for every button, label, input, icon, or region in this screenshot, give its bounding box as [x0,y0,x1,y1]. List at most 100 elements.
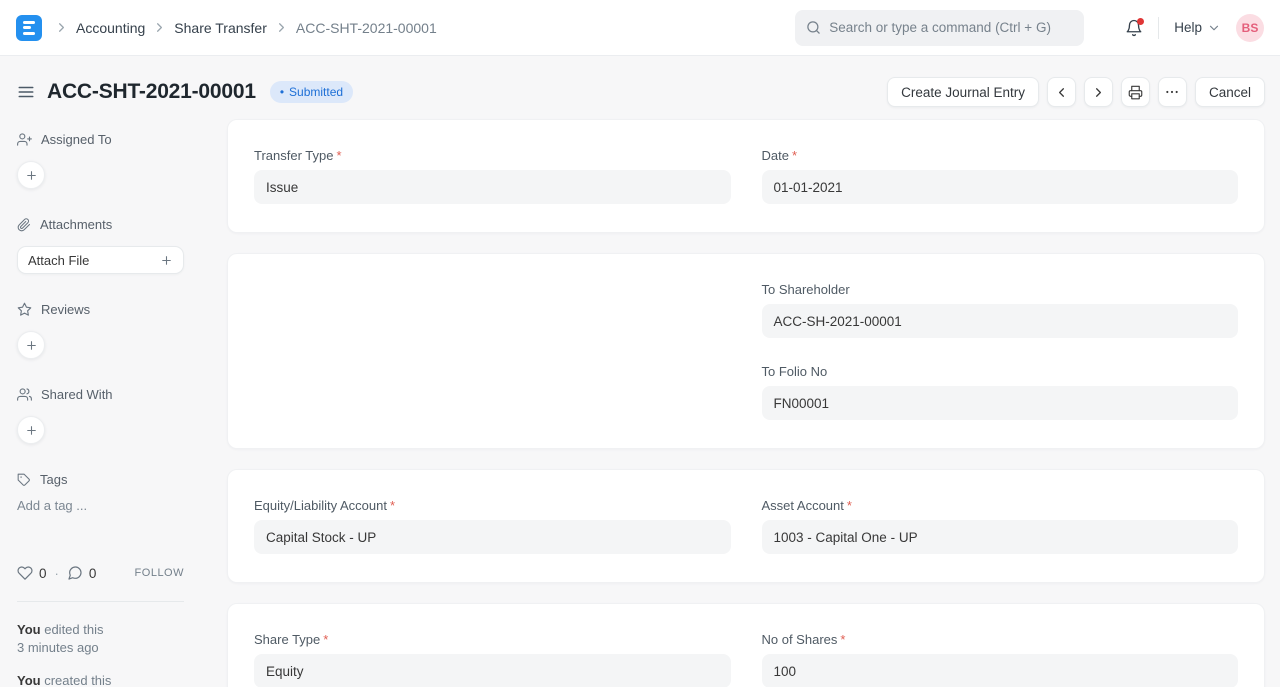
required-marker: * [792,148,797,163]
paperclip-icon [17,218,31,232]
no-of-shares-input[interactable]: 100 [762,654,1239,687]
activity-entry: You edited this 3 minutes ago [17,621,184,657]
more-actions-button[interactable] [1158,77,1187,107]
to-shareholder-input[interactable]: ACC-SH-2021-00001 [762,304,1239,338]
shared-with-header: Shared With [17,387,184,402]
activity-action: edited this [44,622,103,637]
plus-icon [25,169,38,182]
reviews-section: Reviews [17,302,184,359]
chevron-left-icon [1054,85,1069,100]
form-section-accounts: Equity/Liability Account * Capital Stock… [227,469,1265,583]
chevron-right-icon [274,20,289,35]
tags-header: Tags [17,472,184,487]
share-type-input[interactable]: Equity [254,654,731,687]
app-logo[interactable] [16,15,42,41]
chevron-down-icon [1207,21,1221,35]
user-avatar[interactable]: BS [1236,14,1264,42]
attach-file-label: Attach File [28,253,89,268]
help-label: Help [1174,20,1202,35]
assigned-to-label: Assigned To [41,132,112,147]
page-container: ACC-SHT-2021-00001 • Submitted Create Jo… [0,56,1280,687]
navbar: Accounting Share Transfer ACC-SHT-2021-0… [0,0,1280,56]
activity-actor: You [17,622,41,637]
label-text: To Folio No [762,364,828,379]
attachments-section: Attachments Attach File [17,217,184,274]
global-search[interactable] [795,10,1084,46]
add-tag-input[interactable]: Add a tag ... [17,498,184,513]
sidebar-divider [17,601,184,602]
search-input[interactable] [829,20,1073,35]
field-equity-liability-account: Equity/Liability Account * Capital Stock… [254,498,731,554]
field-label: Asset Account * [762,498,1239,513]
label-text: Share Type [254,632,320,647]
search-icon [806,20,821,35]
transfer-type-input[interactable]: Issue [254,170,731,204]
label-text: Date [762,148,789,163]
required-marker: * [840,632,845,647]
shared-with-label: Shared With [41,387,113,402]
field-transfer-type: Transfer Type * Issue [254,148,731,204]
notifications-button[interactable] [1125,19,1143,37]
navbar-divider [1158,17,1159,39]
tags-label: Tags [40,472,67,487]
tags-section: Tags Add a tag ... [17,472,184,513]
comment-icon[interactable] [67,565,83,581]
required-marker: * [847,498,852,513]
users-icon [17,387,32,402]
form-body: Transfer Type * Issue Date * 01-01-2021 [227,119,1265,687]
required-marker: * [390,498,395,513]
count-separator: · [55,566,59,581]
sidebar-toggle-icon [17,83,35,101]
asset-account-input[interactable]: 1003 - Capital One - UP [762,520,1239,554]
next-document-button[interactable] [1084,77,1113,107]
print-button[interactable] [1121,77,1150,107]
field-label: No of Shares * [762,632,1239,647]
printer-icon [1128,85,1143,100]
form-section-shares: Share Type * Equity No of Shares * 100 [227,603,1265,687]
star-icon [17,302,32,317]
activity-entry: You created this 3 minutes ago [17,672,184,687]
plus-icon [160,254,173,267]
to-folio-no-input[interactable]: FN00001 [762,386,1239,420]
page-head-actions: Create Journal Entry C [887,77,1265,107]
attachments-label: Attachments [40,217,112,232]
reviews-label: Reviews [41,302,90,317]
activity-action: created this [44,673,111,687]
status-badge: • Submitted [270,81,353,103]
activity-actor: You [17,673,41,687]
required-marker: * [323,632,328,647]
chevron-right-icon [152,20,167,35]
sidebar-toggle-button[interactable] [16,83,36,101]
field-to-folio-no: To Folio No FN00001 [762,364,1239,420]
add-review-button[interactable] [17,331,45,359]
field-label: Share Type * [254,632,731,647]
heart-icon[interactable] [17,565,33,581]
prev-document-button[interactable] [1047,77,1076,107]
create-journal-entry-button[interactable]: Create Journal Entry [887,77,1039,107]
breadcrumb-item-accounting[interactable]: Accounting [76,20,145,36]
breadcrumb-item-share-transfer[interactable]: Share Transfer [174,20,267,36]
navbar-right: Help BS [795,10,1264,46]
equity-liability-account-input[interactable]: Capital Stock - UP [254,520,731,554]
add-assignment-button[interactable] [17,161,45,189]
attach-file-button[interactable]: Attach File [17,246,184,274]
like-count[interactable]: 0 [39,566,47,581]
help-dropdown[interactable]: Help [1174,20,1221,35]
add-share-button[interactable] [17,416,45,444]
engagement-row: 0 · 0 FOLLOW [17,565,184,581]
reviews-header: Reviews [17,302,184,317]
date-input[interactable]: 01-01-2021 [762,170,1239,204]
form-sidebar: Assigned To Attachments Attach File [16,119,212,687]
page-head-left: ACC-SHT-2021-00001 • Submitted [16,80,353,104]
field-label: To Shareholder [762,282,1239,297]
cancel-button[interactable]: Cancel [1195,77,1265,107]
follow-button[interactable]: FOLLOW [135,567,184,579]
label-text: No of Shares [762,632,838,647]
field-to-shareholder: To Shareholder ACC-SH-2021-00001 [762,282,1239,338]
label-text: Equity/Liability Account [254,498,387,513]
comment-count[interactable]: 0 [89,566,97,581]
breadcrumb-item-current: ACC-SHT-2021-00001 [296,20,437,36]
status-label: Submitted [289,85,343,99]
chevron-right-icon [54,20,69,35]
assigned-to-section: Assigned To [17,132,184,189]
